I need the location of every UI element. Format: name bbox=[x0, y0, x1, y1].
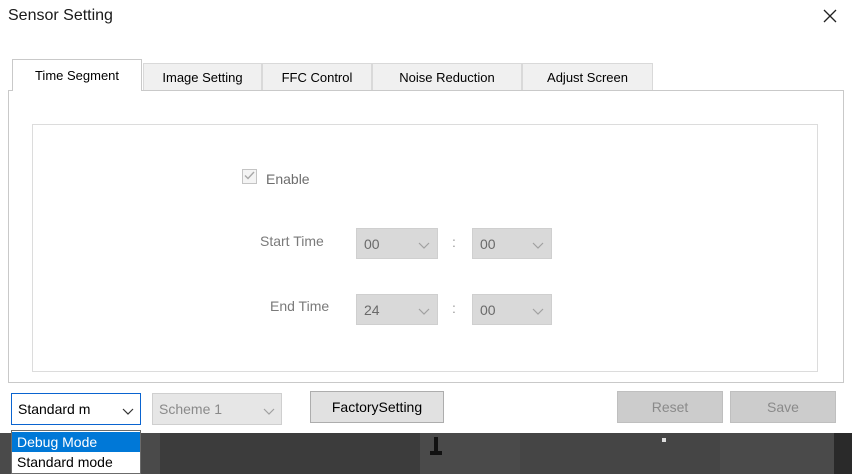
time-separator: : bbox=[452, 300, 456, 316]
tab-label: Noise Reduction bbox=[399, 69, 495, 85]
marker-icon bbox=[430, 437, 442, 455]
close-icon[interactable] bbox=[822, 8, 838, 27]
time-separator: : bbox=[452, 234, 456, 250]
enable-checkbox[interactable] bbox=[242, 169, 257, 184]
start-minute-select[interactable]: 00 bbox=[472, 228, 552, 259]
chevron-down-icon bbox=[418, 238, 430, 254]
tab-label: Adjust Screen bbox=[547, 69, 628, 85]
start-hour-select[interactable]: 00 bbox=[356, 228, 438, 259]
save-button[interactable]: Save bbox=[730, 391, 836, 423]
mode-value: Standard m bbox=[18, 401, 91, 417]
chevron-down-icon bbox=[532, 238, 544, 254]
tab-image-setting[interactable]: Image Setting bbox=[143, 63, 262, 90]
end-time-label: End Time bbox=[270, 298, 330, 314]
checkmark-icon bbox=[243, 169, 256, 185]
tab-adjust-screen[interactable]: Adjust Screen bbox=[522, 63, 653, 90]
chevron-down-icon bbox=[122, 404, 134, 420]
end-minute-value: 00 bbox=[480, 301, 496, 318]
end-hour-select[interactable]: 24 bbox=[356, 294, 438, 325]
end-hour-value: 24 bbox=[364, 301, 380, 318]
tab-noise-reduction[interactable]: Noise Reduction bbox=[372, 63, 522, 90]
mode-dropdown-list: Debug Mode Standard mode bbox=[11, 430, 141, 474]
dropdown-option-debug-mode[interactable]: Debug Mode bbox=[12, 432, 140, 452]
tab-time-segment[interactable]: Time Segment bbox=[12, 59, 142, 91]
marker-dot bbox=[662, 438, 666, 442]
dropdown-option-standard-mode[interactable]: Standard mode bbox=[12, 452, 140, 472]
end-minute-select[interactable]: 00 bbox=[472, 294, 552, 325]
scheme-value: Scheme 1 bbox=[159, 401, 223, 417]
close-button[interactable] bbox=[817, 4, 843, 30]
tab-label: Image Setting bbox=[162, 69, 243, 85]
chevron-down-icon bbox=[263, 404, 275, 420]
start-hour-value: 00 bbox=[364, 235, 380, 252]
start-minute-value: 00 bbox=[480, 235, 496, 252]
tab-ffc-control[interactable]: FFC Control bbox=[262, 63, 372, 90]
start-time-label: Start Time bbox=[260, 233, 324, 249]
scheme-select[interactable]: Scheme 1 bbox=[152, 393, 282, 425]
tab-label: Time Segment bbox=[34, 68, 120, 83]
window-title: Sensor Setting bbox=[8, 7, 113, 24]
enable-label: Enable bbox=[266, 171, 310, 187]
chevron-down-icon bbox=[532, 304, 544, 320]
chevron-down-icon bbox=[418, 304, 430, 320]
reset-button[interactable]: Reset bbox=[617, 391, 723, 423]
factory-setting-button[interactable]: FactorySetting bbox=[310, 391, 444, 423]
tab-label: FFC Control bbox=[281, 69, 353, 85]
mode-select[interactable]: Standard m bbox=[11, 393, 141, 425]
